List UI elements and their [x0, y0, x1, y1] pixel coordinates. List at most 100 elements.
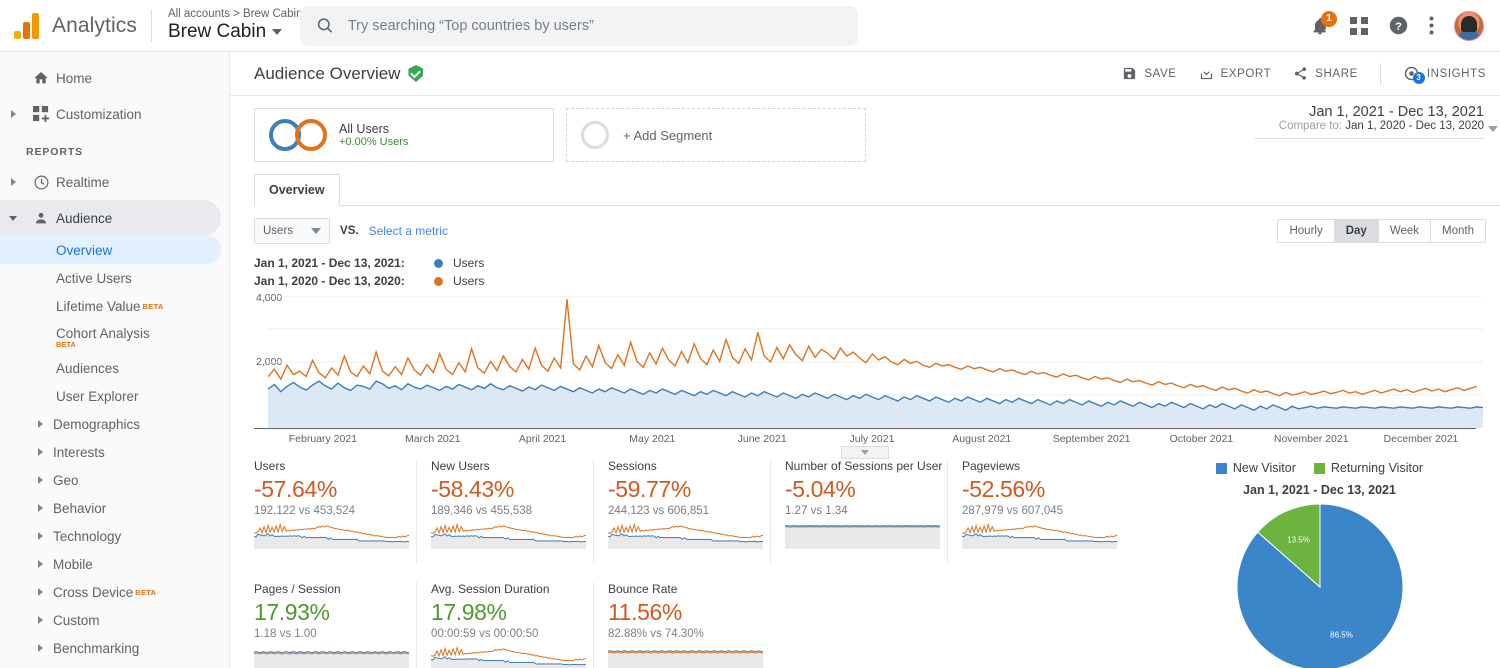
metric-card-pages-per-session[interactable]: Pages / Session 17.93% 1.18 vs 1.00 [253, 582, 417, 668]
sidebar-item-lifetime-value[interactable]: Lifetime Value BETA [0, 292, 229, 320]
expand-arrow-icon [38, 588, 43, 596]
tab-overview[interactable]: Overview [254, 174, 340, 206]
home-icon [26, 70, 56, 86]
legend-range: Jan 1, 2020 - Dec 13, 2020: [254, 274, 405, 288]
analytics-logo-icon [14, 12, 42, 39]
sidebar-item-user-explorer[interactable]: User Explorer [0, 382, 229, 410]
metric-card-row: Pages / Session 17.93% 1.18 vs 1.00 Avg.… [253, 582, 1139, 668]
metric-percent: 17.93% [254, 599, 330, 625]
sidebar-group-benchmarking[interactable]: Benchmarking [0, 634, 229, 662]
granularity-month[interactable]: Month [1431, 220, 1485, 242]
sidebar-item-audience[interactable]: Audience [0, 200, 221, 236]
sidebar-item-active-users[interactable]: Active Users [0, 264, 229, 292]
help-button[interactable]: ? [1388, 15, 1409, 36]
brand-name: Analytics [52, 13, 137, 37]
legend-label: New Visitor [1232, 461, 1296, 475]
sidebar-group-label: Demographics [53, 416, 141, 432]
sidebar-group-mobile[interactable]: Mobile [0, 550, 229, 578]
metric-title: Pages / Session [254, 582, 341, 596]
notifications-button[interactable]: 1 [1310, 10, 1337, 36]
metric-card-users[interactable]: Users -57.64% 192,122 vs 453,524 [253, 459, 417, 564]
sidebar-item-realtime[interactable]: Realtime [0, 164, 229, 200]
expand-arrow-icon [38, 504, 43, 512]
avatar[interactable] [1454, 10, 1484, 41]
metric-percent: -58.43% [431, 476, 514, 502]
export-button[interactable]: EXPORT [1199, 66, 1272, 81]
metric-card-avg-session-duration[interactable]: Avg. Session Duration 17.98% 00:00:59 vs… [430, 582, 594, 668]
collapse-arrow[interactable] [0, 215, 26, 221]
sidebar-item-customization[interactable]: Customization [0, 96, 229, 132]
x-tick: March 2021 [404, 433, 461, 445]
top-actions: 1 ? [1310, 10, 1500, 41]
sidebar-group-label: Interests [53, 444, 105, 460]
expand-arrow[interactable] [0, 178, 26, 186]
metric-card-new-users[interactable]: New Users -58.43% 189,346 vs 455,538 [430, 459, 594, 564]
sidebar-group-geo[interactable]: Geo [0, 466, 229, 494]
legend-color-dot [434, 258, 443, 268]
sidebar-item-home[interactable]: Home [0, 60, 229, 96]
granularity-hourly[interactable]: Hourly [1278, 220, 1335, 242]
granularity-week[interactable]: Week [1378, 220, 1432, 242]
sidebar-item-audiences[interactable]: Audiences [0, 354, 229, 382]
save-label: SAVE [1144, 67, 1177, 80]
sparkline [961, 522, 1118, 549]
brand-area[interactable]: Analytics [0, 12, 137, 39]
search-input[interactable] [347, 17, 842, 34]
legend-color-dot [434, 276, 443, 286]
sparkline [784, 525, 941, 549]
insights-label: INSIGHTS [1426, 67, 1486, 80]
breadcrumb: All accounts > Brew Cabin [167, 7, 303, 20]
account-switcher[interactable]: All accounts > Brew Cabin Brew Cabin [168, 8, 303, 43]
expand-arrow-icon [38, 644, 43, 652]
sidebar-group-behavior[interactable]: Behavior [0, 494, 229, 522]
metric-title: Pageviews [962, 459, 1021, 473]
segment-all-users[interactable]: All Users +0.00% Users [254, 108, 554, 162]
more-menu-button[interactable] [1429, 16, 1434, 35]
divider [150, 9, 152, 42]
sidebar-item-users-flow[interactable]: Users Flow [0, 662, 229, 668]
expand-arrow-icon [38, 476, 43, 484]
chevron-down-icon [272, 29, 283, 36]
metric-card-pageviews[interactable]: Pageviews -52.56% 287,979 vs 607,045 [961, 459, 1125, 564]
metric-card-sessions[interactable]: Sessions -59.77% 244,123 vs 606,851 [607, 459, 771, 564]
x-tick: May 2021 [629, 433, 676, 445]
apps-grid-button[interactable] [1350, 16, 1368, 35]
sidebar-group-demographics[interactable]: Demographics [0, 410, 229, 438]
metric-percent: 11.56% [608, 599, 682, 625]
legend-label: Returning Visitor [1330, 461, 1424, 475]
x-tick: September 2021 [1052, 433, 1131, 445]
sidebar-subitem-label: Audiences [56, 360, 120, 376]
metric-title: New Users [431, 459, 490, 473]
share-button[interactable]: SHARE [1293, 66, 1358, 81]
sidebar-item-cohort-analysis[interactable]: Cohort Analysis BETA [0, 320, 229, 354]
sidebar-group-label: Geo [53, 472, 79, 488]
date-range-picker[interactable]: Jan 1, 2021 - Dec 13, 2021 Compare to: J… [1254, 104, 1498, 139]
sidebar-group-cross-device[interactable]: Cross Device BETA [0, 578, 229, 606]
sidebar-group-custom[interactable]: Custom [0, 606, 229, 634]
save-button[interactable]: SAVE [1122, 66, 1176, 81]
metric-card-sessions-per-user[interactable]: Number of Sessions per User -5.04% 1.27 … [784, 459, 948, 564]
main-content: Audience Overview SAVE EXPORT SHARE 3 IN… [230, 52, 1500, 668]
insights-button[interactable]: 3 INSIGHTS [1403, 65, 1486, 84]
account-name[interactable]: Brew Cabin [168, 21, 303, 43]
sidebar-group-technology[interactable]: Technology [0, 522, 229, 550]
chart-expand-handle[interactable] [841, 446, 889, 459]
add-segment-button[interactable]: + Add Segment [566, 108, 866, 162]
sidebar-item-overview[interactable]: Overview [0, 236, 221, 264]
metric-select[interactable]: Users [254, 218, 331, 244]
expand-arrow[interactable] [0, 110, 26, 118]
tab-strip: Overview [254, 174, 1500, 206]
sidebar-group-interests[interactable]: Interests [0, 438, 229, 466]
timeseries-chart[interactable]: 4,000 2,000 [254, 292, 1483, 428]
granularity-day[interactable]: Day [1334, 220, 1379, 242]
sidebar-subitem-label: Overview [56, 242, 113, 258]
svg-text:86.5%: 86.5% [1330, 631, 1353, 640]
metric-title: Sessions [608, 459, 657, 473]
select-a-metric-link[interactable]: Select a metric [369, 224, 448, 238]
granularity-toggle: Hourly Day Week Month [1277, 219, 1486, 243]
metric-card-bounce-rate[interactable]: Bounce Rate 11.56% 82.88% vs 74.30% [607, 582, 771, 668]
search-bar[interactable] [300, 5, 858, 46]
metric-percent: -57.64% [254, 476, 337, 502]
pie-chart[interactable]: 86.5% 13.5% [1139, 503, 1500, 668]
metric-title: Number of Sessions per User [785, 459, 943, 473]
